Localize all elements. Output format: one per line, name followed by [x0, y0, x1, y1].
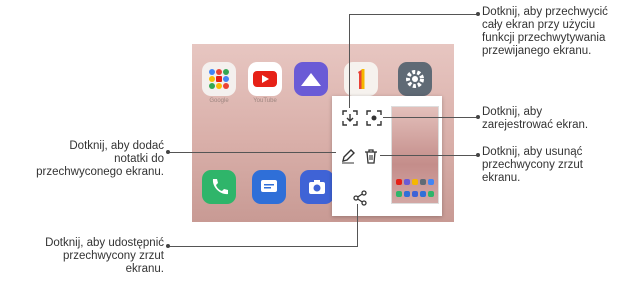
- google-folder-app[interactable]: [202, 62, 236, 96]
- record-callout: Dotknij, aby zarejestrować ekran.: [482, 106, 589, 131]
- gear-icon: [406, 70, 424, 88]
- screen-record-icon: [366, 110, 382, 126]
- notes-callout: Dotknij, aby dodać notatki do przechwyco…: [36, 140, 164, 178]
- share-button[interactable]: [350, 188, 370, 208]
- share-callout: Dotknij, aby udostępnić przechwycony zrz…: [45, 237, 164, 275]
- scroll-capture-leader-dot: [476, 12, 480, 16]
- google-folder-icon: [209, 69, 229, 89]
- youtube-app[interactable]: [248, 62, 282, 96]
- gallery-app[interactable]: [294, 62, 328, 96]
- scroll-capture-icon: [342, 110, 358, 126]
- edit-button[interactable]: [338, 146, 358, 166]
- camera-app[interactable]: [300, 170, 334, 204]
- phone-icon: [212, 179, 228, 195]
- youtube-icon: [253, 71, 277, 87]
- record-button[interactable]: [364, 108, 384, 128]
- gallery-icon: [301, 73, 321, 86]
- scroll-capture-leader: [349, 14, 350, 108]
- share-leader-v: [357, 204, 358, 246]
- notes-leader-dot: [166, 150, 170, 154]
- share-leader-h: [168, 246, 358, 247]
- delete-leader-dot: [476, 153, 480, 157]
- camera-icon: [309, 180, 325, 194]
- phone-app[interactable]: [202, 170, 236, 204]
- share-icon: [353, 190, 367, 206]
- google-app-label: Google: [209, 98, 229, 104]
- scroll-capture-callout: Dotknij, aby przechwycić cały ekran przy…: [482, 6, 608, 57]
- share-leader-dot: [166, 244, 170, 248]
- delete-callout: Dotknij, aby usunąć przechwycony zrzut e…: [482, 146, 583, 184]
- scroll-capture-button[interactable]: [340, 108, 360, 128]
- capture-toolbar: [332, 96, 442, 216]
- messages-app[interactable]: [252, 170, 286, 204]
- youtube-app-label: YouTube: [253, 98, 277, 104]
- settings-app[interactable]: [398, 62, 432, 96]
- delete-button[interactable]: [361, 146, 381, 166]
- record-leader: [383, 117, 478, 118]
- delete-leader: [380, 155, 478, 156]
- record-leader-dot: [476, 115, 480, 119]
- scroll-capture-leader-h: [349, 14, 478, 15]
- trash-icon: [365, 149, 377, 164]
- notes-leader: [168, 152, 336, 153]
- one-icon: [358, 69, 365, 89]
- pencil-icon: [342, 149, 355, 164]
- messages-icon: [261, 180, 277, 192]
